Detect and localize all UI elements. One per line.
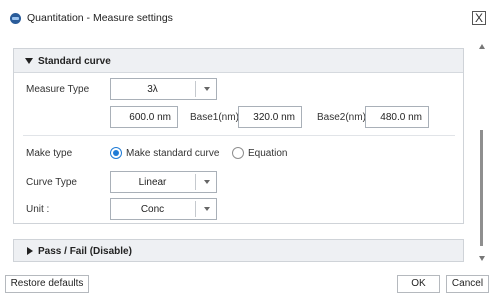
standard-curve-title: Standard curve: [38, 56, 111, 67]
restore-defaults-button[interactable]: Restore defaults: [5, 275, 89, 293]
vertical-scrollbar[interactable]: [476, 36, 489, 266]
base2-input[interactable]: 480.0 nm: [365, 106, 429, 128]
scroll-thumb[interactable]: [480, 130, 483, 246]
make-type-label: Make type: [26, 148, 73, 159]
unit-label: Unit :: [26, 204, 50, 215]
pass-fail-header[interactable]: Pass / Fail (Disable): [13, 239, 464, 262]
cancel-button[interactable]: Cancel: [446, 275, 489, 293]
make-standard-curve-label[interactable]: Make standard curve: [126, 148, 219, 159]
standard-curve-panel: Standard curve Measure Type 3λ 600.0 nm …: [13, 48, 464, 224]
dropdown-separator: [195, 201, 196, 217]
dropdown-separator: [195, 174, 196, 190]
wavelength-input[interactable]: 600.0 nm: [110, 106, 178, 128]
pass-fail-title: Pass / Fail (Disable): [38, 246, 132, 257]
unit-dropdown[interactable]: Conc: [110, 198, 217, 220]
make-standard-curve-radio[interactable]: [110, 147, 122, 159]
expand-triangle-icon: [27, 247, 33, 255]
chevron-down-icon: [204, 180, 210, 184]
window-title: Quantitation - Measure settings: [27, 12, 173, 24]
dropdown-separator: [195, 81, 196, 97]
collapse-triangle-icon: [25, 58, 33, 64]
unit-value: Conc: [140, 204, 165, 215]
section-divider: [23, 135, 455, 136]
base1-value: 320.0 nm: [253, 112, 295, 123]
measure-type-label: Measure Type: [26, 84, 90, 95]
title-bar: Quantitation - Measure settings X: [0, 0, 489, 36]
scroll-down-arrow-icon[interactable]: [479, 256, 485, 261]
equation-label[interactable]: Equation: [248, 148, 287, 159]
close-button[interactable]: X: [472, 11, 486, 25]
curve-type-dropdown[interactable]: Linear: [110, 171, 217, 193]
scroll-up-arrow-icon[interactable]: [479, 44, 485, 49]
standard-curve-header[interactable]: Standard curve: [14, 49, 463, 73]
app-logo-icon: [10, 13, 21, 24]
base2-label: Base2(nm):: [317, 112, 369, 123]
curve-type-value: Linear: [138, 177, 167, 188]
wavelength-value: 600.0 nm: [129, 112, 171, 123]
measure-type-dropdown[interactable]: 3λ: [110, 78, 217, 100]
chevron-down-icon: [204, 207, 210, 211]
measure-type-value: 3λ: [147, 84, 158, 95]
curve-type-label: Curve Type: [26, 177, 77, 188]
equation-radio[interactable]: [232, 147, 244, 159]
base1-input[interactable]: 320.0 nm: [238, 106, 302, 128]
ok-button[interactable]: OK: [397, 275, 440, 293]
chevron-down-icon: [204, 87, 210, 91]
base1-label: Base1(nm):: [190, 112, 242, 123]
base2-value: 480.0 nm: [380, 112, 422, 123]
